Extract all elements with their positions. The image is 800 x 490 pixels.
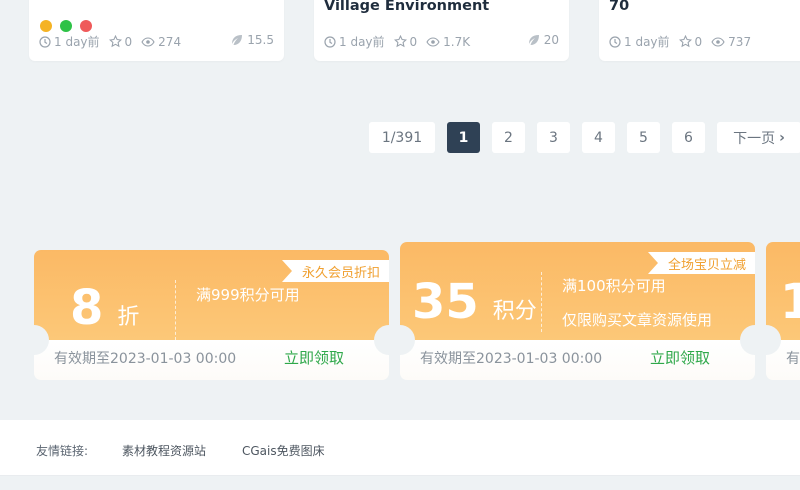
coupon-amount: 8 折 — [70, 280, 139, 336]
coupon-amount: 35 积分 — [412, 274, 537, 330]
post-time: 1 day前 — [324, 33, 385, 50]
next-page-label: 下一页 — [733, 130, 776, 147]
post-meta: 1 day前 0 1.7K — [324, 33, 479, 50]
chevron-right-icon: › — [779, 129, 785, 146]
dot-green — [60, 20, 72, 32]
coupon-tag: 永久会员折扣 — [281, 260, 389, 282]
post-meta: 1 day前 0 737 — [609, 33, 760, 50]
coupon-expire: 有效期至2023-01-03 00:00 — [420, 351, 603, 367]
claim-coupon-button[interactable]: 立即领取 — [650, 347, 710, 368]
clock-icon — [39, 35, 51, 48]
friend-link[interactable]: CGais免费图床 — [242, 442, 325, 459]
claim-coupon-button[interactable]: 立即领取 — [284, 347, 344, 368]
page-1-button[interactable]: 1 — [447, 122, 480, 153]
coupon-expire: 有效期至2023-01-03 00:00 — [54, 351, 237, 367]
coupon-card: 全场宝贝立减 35 积分 满100积分可用 仅限购买文章资源使用 有效期至202… — [400, 242, 755, 380]
coupon-expire: 有 — [786, 351, 800, 367]
coupon-amount-unit: 积分 — [492, 299, 537, 324]
eye-icon — [426, 36, 440, 47]
post-title[interactable]: Village Environment — [324, 0, 489, 14]
friend-links-label: 友情链接: — [36, 444, 89, 458]
eye-icon — [711, 36, 725, 47]
leaf-icon — [528, 35, 539, 45]
coupon-amount-value: 8 — [70, 280, 104, 336]
page-6-button[interactable]: 6 — [672, 122, 705, 153]
page-info: 1/391 — [369, 122, 435, 153]
post-card[interactable]: 70 1 day前 0 737 — [599, 0, 800, 61]
dot-red — [80, 20, 92, 32]
eye-icon — [141, 36, 155, 47]
next-page-button[interactable]: 下一页 › — [717, 122, 800, 153]
post-card[interactable]: 1 day前 0 274 15.5 — [29, 0, 284, 61]
coupon-bottom: 有效期至2023-01-03 00:00 立即领取 — [34, 340, 389, 380]
page-3-button[interactable]: 3 — [537, 122, 570, 153]
coupon-condition: 仅限购买文章资源使用 — [562, 311, 713, 329]
post-views: 274 — [141, 35, 181, 49]
pagination: 1/391 1 2 3 4 5 6 下一页 › — [369, 122, 800, 153]
post-time: 1 day前 — [39, 33, 100, 50]
coupon-bottom: 有效期至2023-01-03 00:00 立即领取 — [400, 340, 755, 380]
star-icon — [108, 35, 122, 48]
coupon-divider — [175, 280, 176, 340]
coupon-divider — [541, 272, 542, 332]
window-dots — [40, 20, 92, 32]
post-points: 20 — [528, 33, 559, 47]
page-4-button[interactable]: 4 — [582, 122, 615, 153]
coupon-amount-value: 1 — [780, 274, 800, 330]
coupon-amount: 1 — [780, 274, 800, 330]
page-5-button[interactable]: 5 — [627, 122, 660, 153]
post-views: 1.7K — [426, 35, 470, 49]
coupon-tag: 全场宝贝立减 — [647, 252, 755, 274]
star-icon — [678, 35, 692, 48]
coupon-condition: 满999积分可用 — [196, 286, 300, 304]
coupon-condition: 满100积分可用 — [562, 277, 666, 295]
friend-link[interactable]: 素材教程资源站 — [122, 442, 206, 459]
page-2-button[interactable]: 2 — [492, 122, 525, 153]
post-likes[interactable]: 0 — [678, 35, 702, 49]
clock-icon — [609, 35, 621, 48]
star-icon — [393, 35, 407, 48]
coupon-top: 全场宝贝立减 35 积分 满100积分可用 仅限购买文章资源使用 — [400, 242, 755, 342]
leaf-icon — [232, 35, 243, 45]
coupon-card: 永久会员折扣 8 折 满999积分可用 有效期至2023-01-03 00:00… — [34, 250, 389, 380]
post-likes[interactable]: 0 — [393, 35, 417, 49]
post-time: 1 day前 — [609, 33, 670, 50]
clock-icon — [324, 35, 336, 48]
post-likes[interactable]: 0 — [108, 35, 132, 49]
coupon-amount-unit: 折 — [117, 305, 140, 330]
coupon-card: 1 有 — [766, 242, 800, 380]
post-card[interactable]: Village Environment 1 day前 0 1.7K 20 — [314, 0, 569, 61]
post-views: 737 — [711, 35, 751, 49]
coupon-amount-value: 35 — [412, 274, 479, 330]
post-points: 15.5 — [231, 33, 274, 47]
coupon-top: 永久会员折扣 8 折 满999积分可用 — [34, 250, 389, 340]
footer-links: 友情链接: 素材教程资源站 CGais免费图床 — [0, 420, 800, 476]
post-title[interactable]: 70 — [609, 0, 629, 14]
dot-yellow — [40, 20, 52, 32]
post-meta: 1 day前 0 274 — [39, 33, 190, 50]
